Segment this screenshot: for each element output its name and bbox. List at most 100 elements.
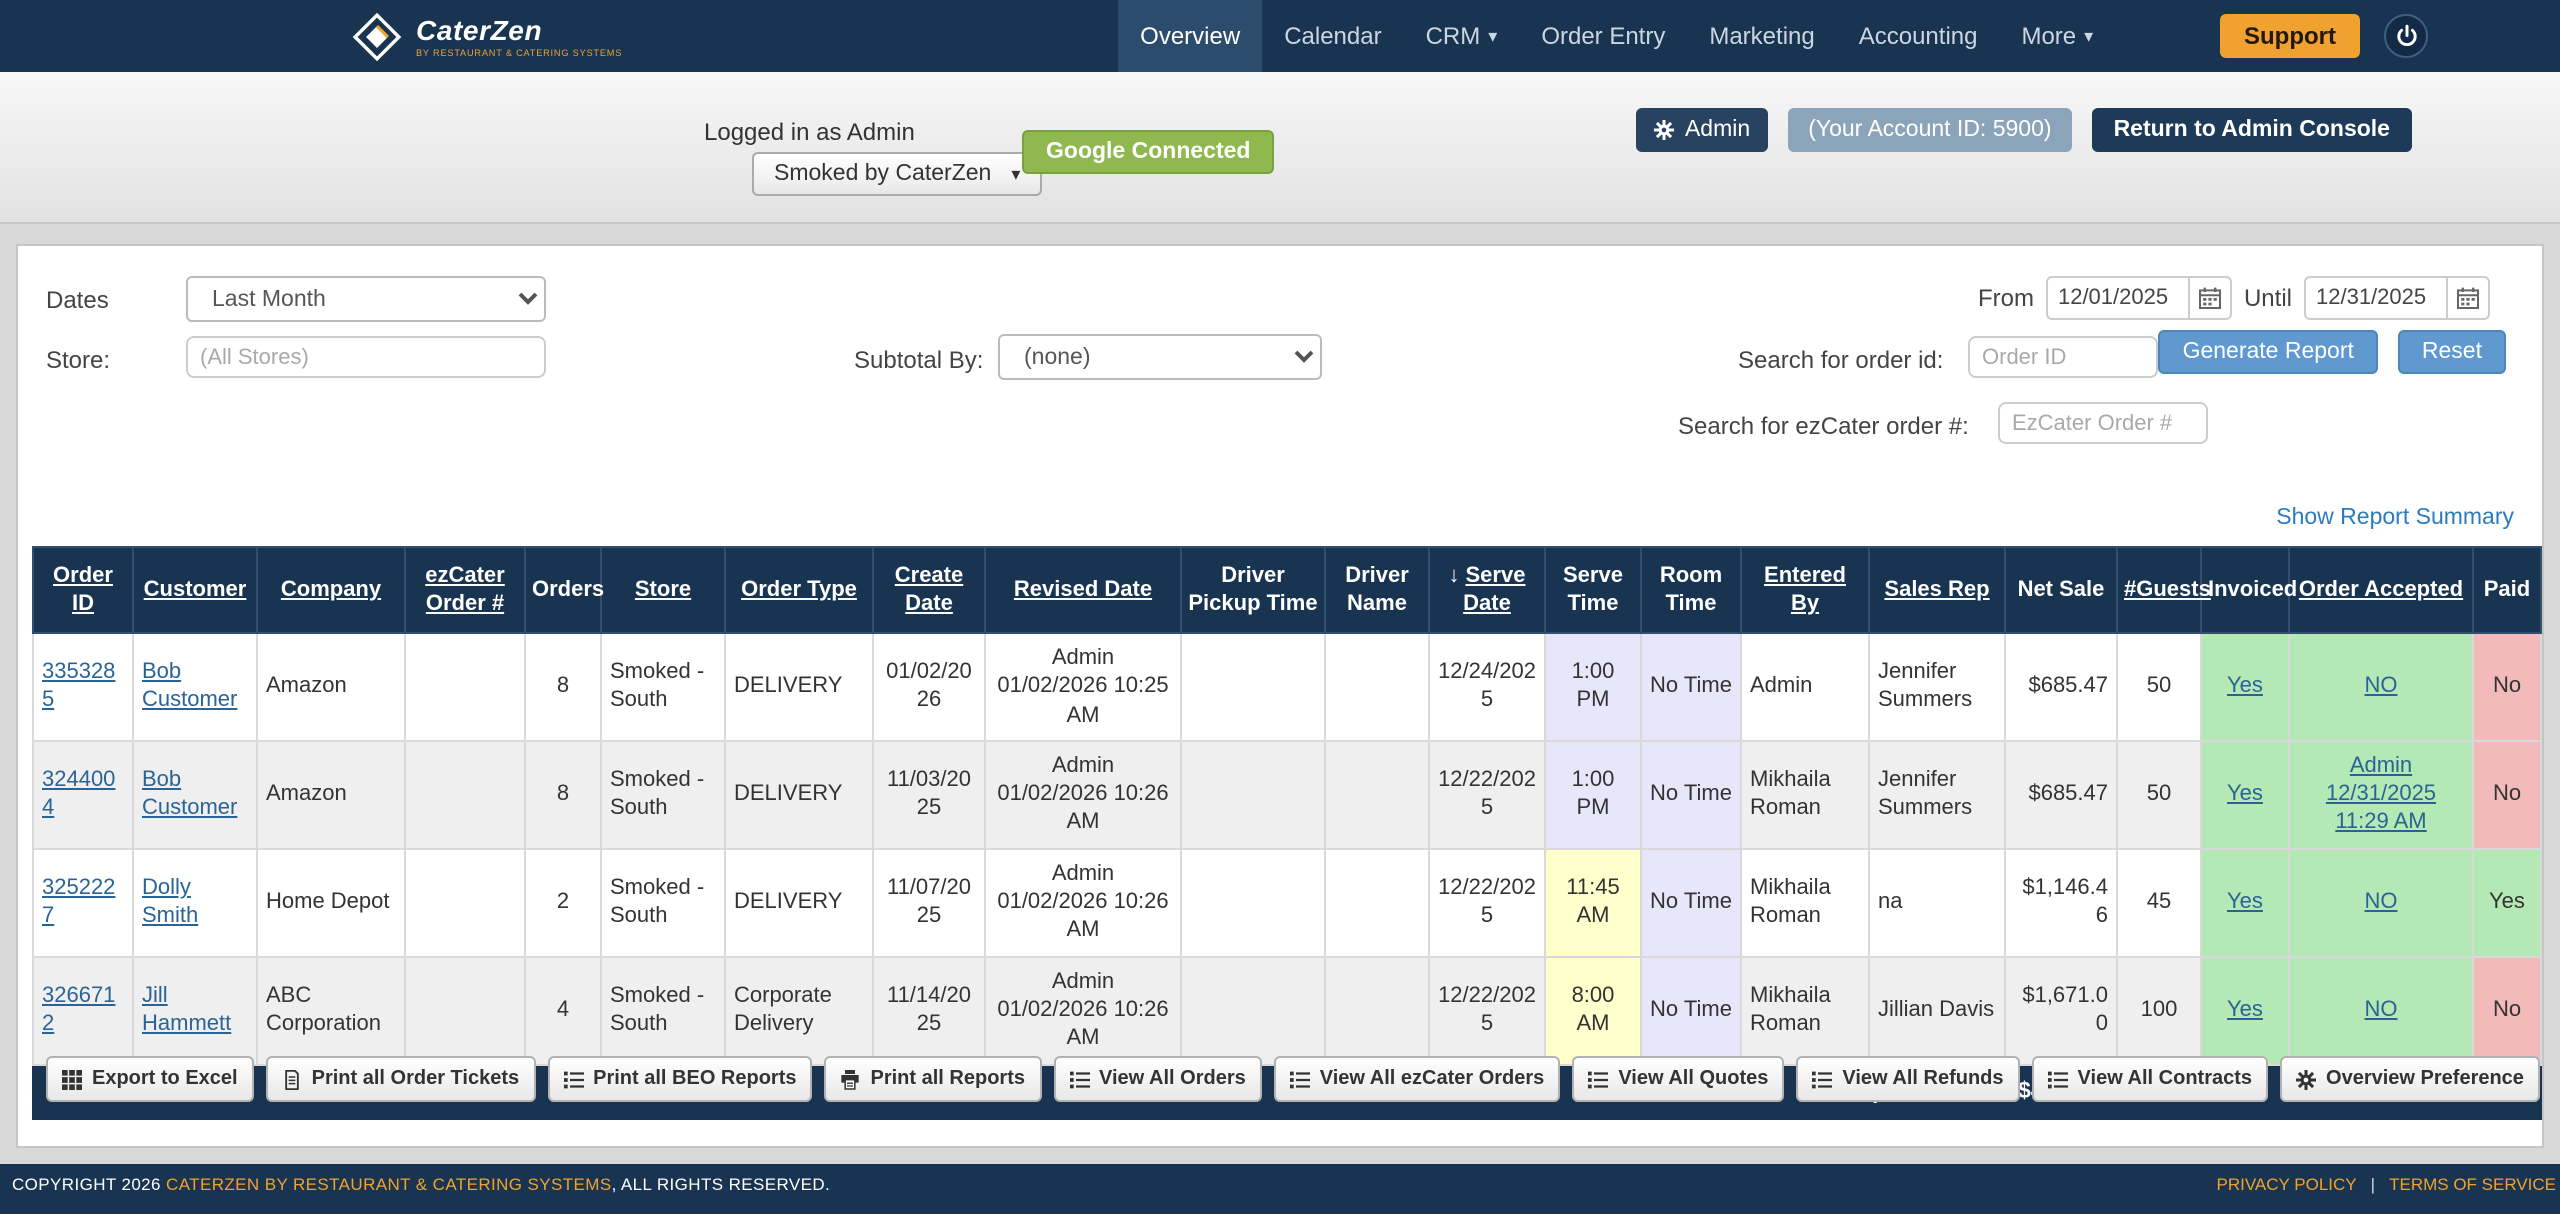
cell-revised-date: Admin 01/02/2026 10:25 AM [985,633,1181,741]
return-admin-console-button[interactable]: Return to Admin Console [2092,108,2412,152]
order-id-link[interactable]: 3252227 [42,876,115,929]
column-header-store[interactable]: Store [601,547,725,633]
caterzen-logo[interactable]: CaterZen by Restaurant & Catering System… [352,0,622,72]
button-label: View All Refunds [1842,1068,2003,1090]
view-all-refunds-button[interactable]: View All Refunds [1796,1056,2019,1102]
cell-store: Smoked - South [601,956,725,1064]
column-header-company[interactable]: Company [257,547,405,633]
nav-item-marketing[interactable]: Marketing [1687,0,1836,72]
cell-order-type: Corporate Delivery [725,956,873,1064]
list-icon [1290,1069,1310,1089]
nav-item-overview[interactable]: Overview [1118,0,1262,72]
order-id-link[interactable]: 3244004 [42,768,115,821]
from-calendar-button[interactable] [2190,276,2232,320]
nav-item-label: CRM [1426,22,1481,50]
order-accepted-link[interactable]: NO [2365,675,2398,699]
until-calendar-button[interactable] [2448,276,2490,320]
nav-item-crm[interactable]: CRM▾ [1404,0,1520,72]
support-button[interactable]: Support [2220,14,2360,58]
invoiced-link[interactable]: Yes [2227,675,2263,699]
order-id-search-input[interactable] [1968,336,2158,378]
from-date-input[interactable] [2046,276,2190,320]
store-input[interactable] [186,336,546,378]
invoiced-link[interactable]: Yes [2227,998,2263,1022]
column-header-serve-date[interactable]: ↓Serve Date [1429,547,1545,633]
column-header-sales-rep[interactable]: Sales Rep [1869,547,2005,633]
column-header-entered-by[interactable]: Entered By [1741,547,1869,633]
column-header-revised-date[interactable]: Revised Date [985,547,1181,633]
caterzen-footer-link[interactable]: CATERZEN BY RESTAURANT & CATERING SYSTEM… [166,1174,612,1194]
order-accepted-link[interactable]: Admin 12/31/2025 11:29 AM [2326,754,2436,835]
print-all-reports-button[interactable]: Print all Reports [825,1056,1042,1102]
print-all-beo-reports-button[interactable]: Print all BEO Reports [547,1056,812,1102]
subtotal-select[interactable]: (none) [998,334,1322,380]
column-header-order-accepted[interactable]: Order Accepted [2289,547,2473,633]
copyright-text: COPYRIGHT 2026 CATERZEN BY RESTAURANT & … [12,1174,830,1194]
cell-create-date: 11/14/2025 [873,956,985,1064]
show-report-summary-link[interactable]: Show Report Summary [2276,506,2514,530]
cell-ezcater-order [405,849,525,957]
cell-sales-rep: Jennifer Summers [1869,633,2005,741]
customer-link[interactable]: Bob Customer [142,660,237,713]
cell-revised-date: Admin 01/02/2026 10:26 AM [985,956,1181,1064]
button-label: Overview Preference [2326,1068,2524,1090]
until-date-input[interactable] [2304,276,2448,320]
terms-of-service-link[interactable]: TERMS OF SERVICE [2389,1174,2556,1194]
generate-report-button[interactable]: Generate Report [2159,330,2378,374]
cell-driver-pickup-time [1181,633,1325,741]
view-all-quotes-button[interactable]: View All Quotes [1572,1056,1784,1102]
cell-orders: 8 [525,633,601,741]
account-id-button[interactable]: (Your Account ID: 5900) [1788,108,2071,152]
invoiced-link[interactable]: Yes [2227,782,2263,806]
nav-item-label: Overview [1140,22,1240,50]
customer-link[interactable]: Bob Customer [142,768,237,821]
nav-item-label: Marketing [1709,22,1814,50]
column-header-customer[interactable]: Customer [133,547,257,633]
nav-item-label: Calendar [1284,22,1381,50]
view-all-orders-button[interactable]: View All Orders [1053,1056,1262,1102]
logout-power-button[interactable] [2384,14,2428,58]
order-id-link[interactable]: 3353285 [42,660,115,713]
nav-item-more[interactable]: More▾ [1999,0,2115,72]
dates-select[interactable]: Last Month [186,276,546,322]
subheader: Logged in as Admin Smoked by CaterZen ▾ … [0,72,2560,224]
column-header-guests[interactable]: #Guests [2117,547,2201,633]
cell-order-id: 3252227 [33,849,133,957]
print-all-order-tickets-button[interactable]: Print all Order Tickets [266,1056,536,1102]
view-all-contracts-button[interactable]: View All Contracts [2032,1056,2269,1102]
admin-button[interactable]: Admin [1637,108,1768,152]
cell-net-sale: $685.47 [2005,741,2117,849]
invoiced-link[interactable]: Yes [2227,890,2263,914]
overview-preference-button[interactable]: Overview Preference [2280,1056,2540,1102]
nav-items: Overview Calendar CRM▾Order Entry Marketing… [1118,0,2115,72]
customer-link[interactable]: Jill Hammett [142,984,231,1037]
nav-item-label: Accounting [1859,22,1978,50]
google-connected-button[interactable]: Google Connected [1022,130,1274,174]
column-header-order-type[interactable]: Order Type [725,547,873,633]
cell-customer: Jill Hammett [133,956,257,1064]
view-all-ezcater-orders-button[interactable]: View All ezCater Orders [1274,1056,1561,1102]
nav-item-order-entry[interactable]: Order Entry [1519,0,1687,72]
cell-guests: 50 [2117,633,2201,741]
cell-driver-name [1325,849,1429,957]
copyright-suffix: , ALL RIGHTS RESERVED. [612,1174,831,1194]
cell-order-accepted: NO [2289,849,2473,957]
cell-serve-time: 11:45 AM [1545,849,1641,957]
list-icon [1812,1069,1832,1089]
column-header-order-id[interactable]: Order ID [33,547,133,633]
privacy-policy-link[interactable]: PRIVACY POLICY [2217,1174,2357,1194]
nav-item-calendar[interactable]: Calendar [1262,0,1403,72]
reset-button[interactable]: Reset [2398,330,2506,374]
column-header-orders: Orders [525,547,601,633]
nav-item-accounting[interactable]: Accounting [1837,0,2000,72]
store-selector-dropdown[interactable]: Smoked by CaterZen ▾ [752,152,1042,196]
column-header-create-date[interactable]: Create Date [873,547,985,633]
order-accepted-link[interactable]: NO [2365,998,2398,1022]
customer-link[interactable]: Dolly Smith [142,876,198,929]
export-to-excel-button[interactable]: Export to Excel [46,1056,254,1102]
order-accepted-link[interactable]: NO [2365,890,2398,914]
column-header-ezcater-order[interactable]: ezCater Order # [405,547,525,633]
ezcater-search-input[interactable] [1998,402,2208,444]
calendar-icon [2456,286,2480,310]
order-id-link[interactable]: 3266712 [42,984,115,1037]
